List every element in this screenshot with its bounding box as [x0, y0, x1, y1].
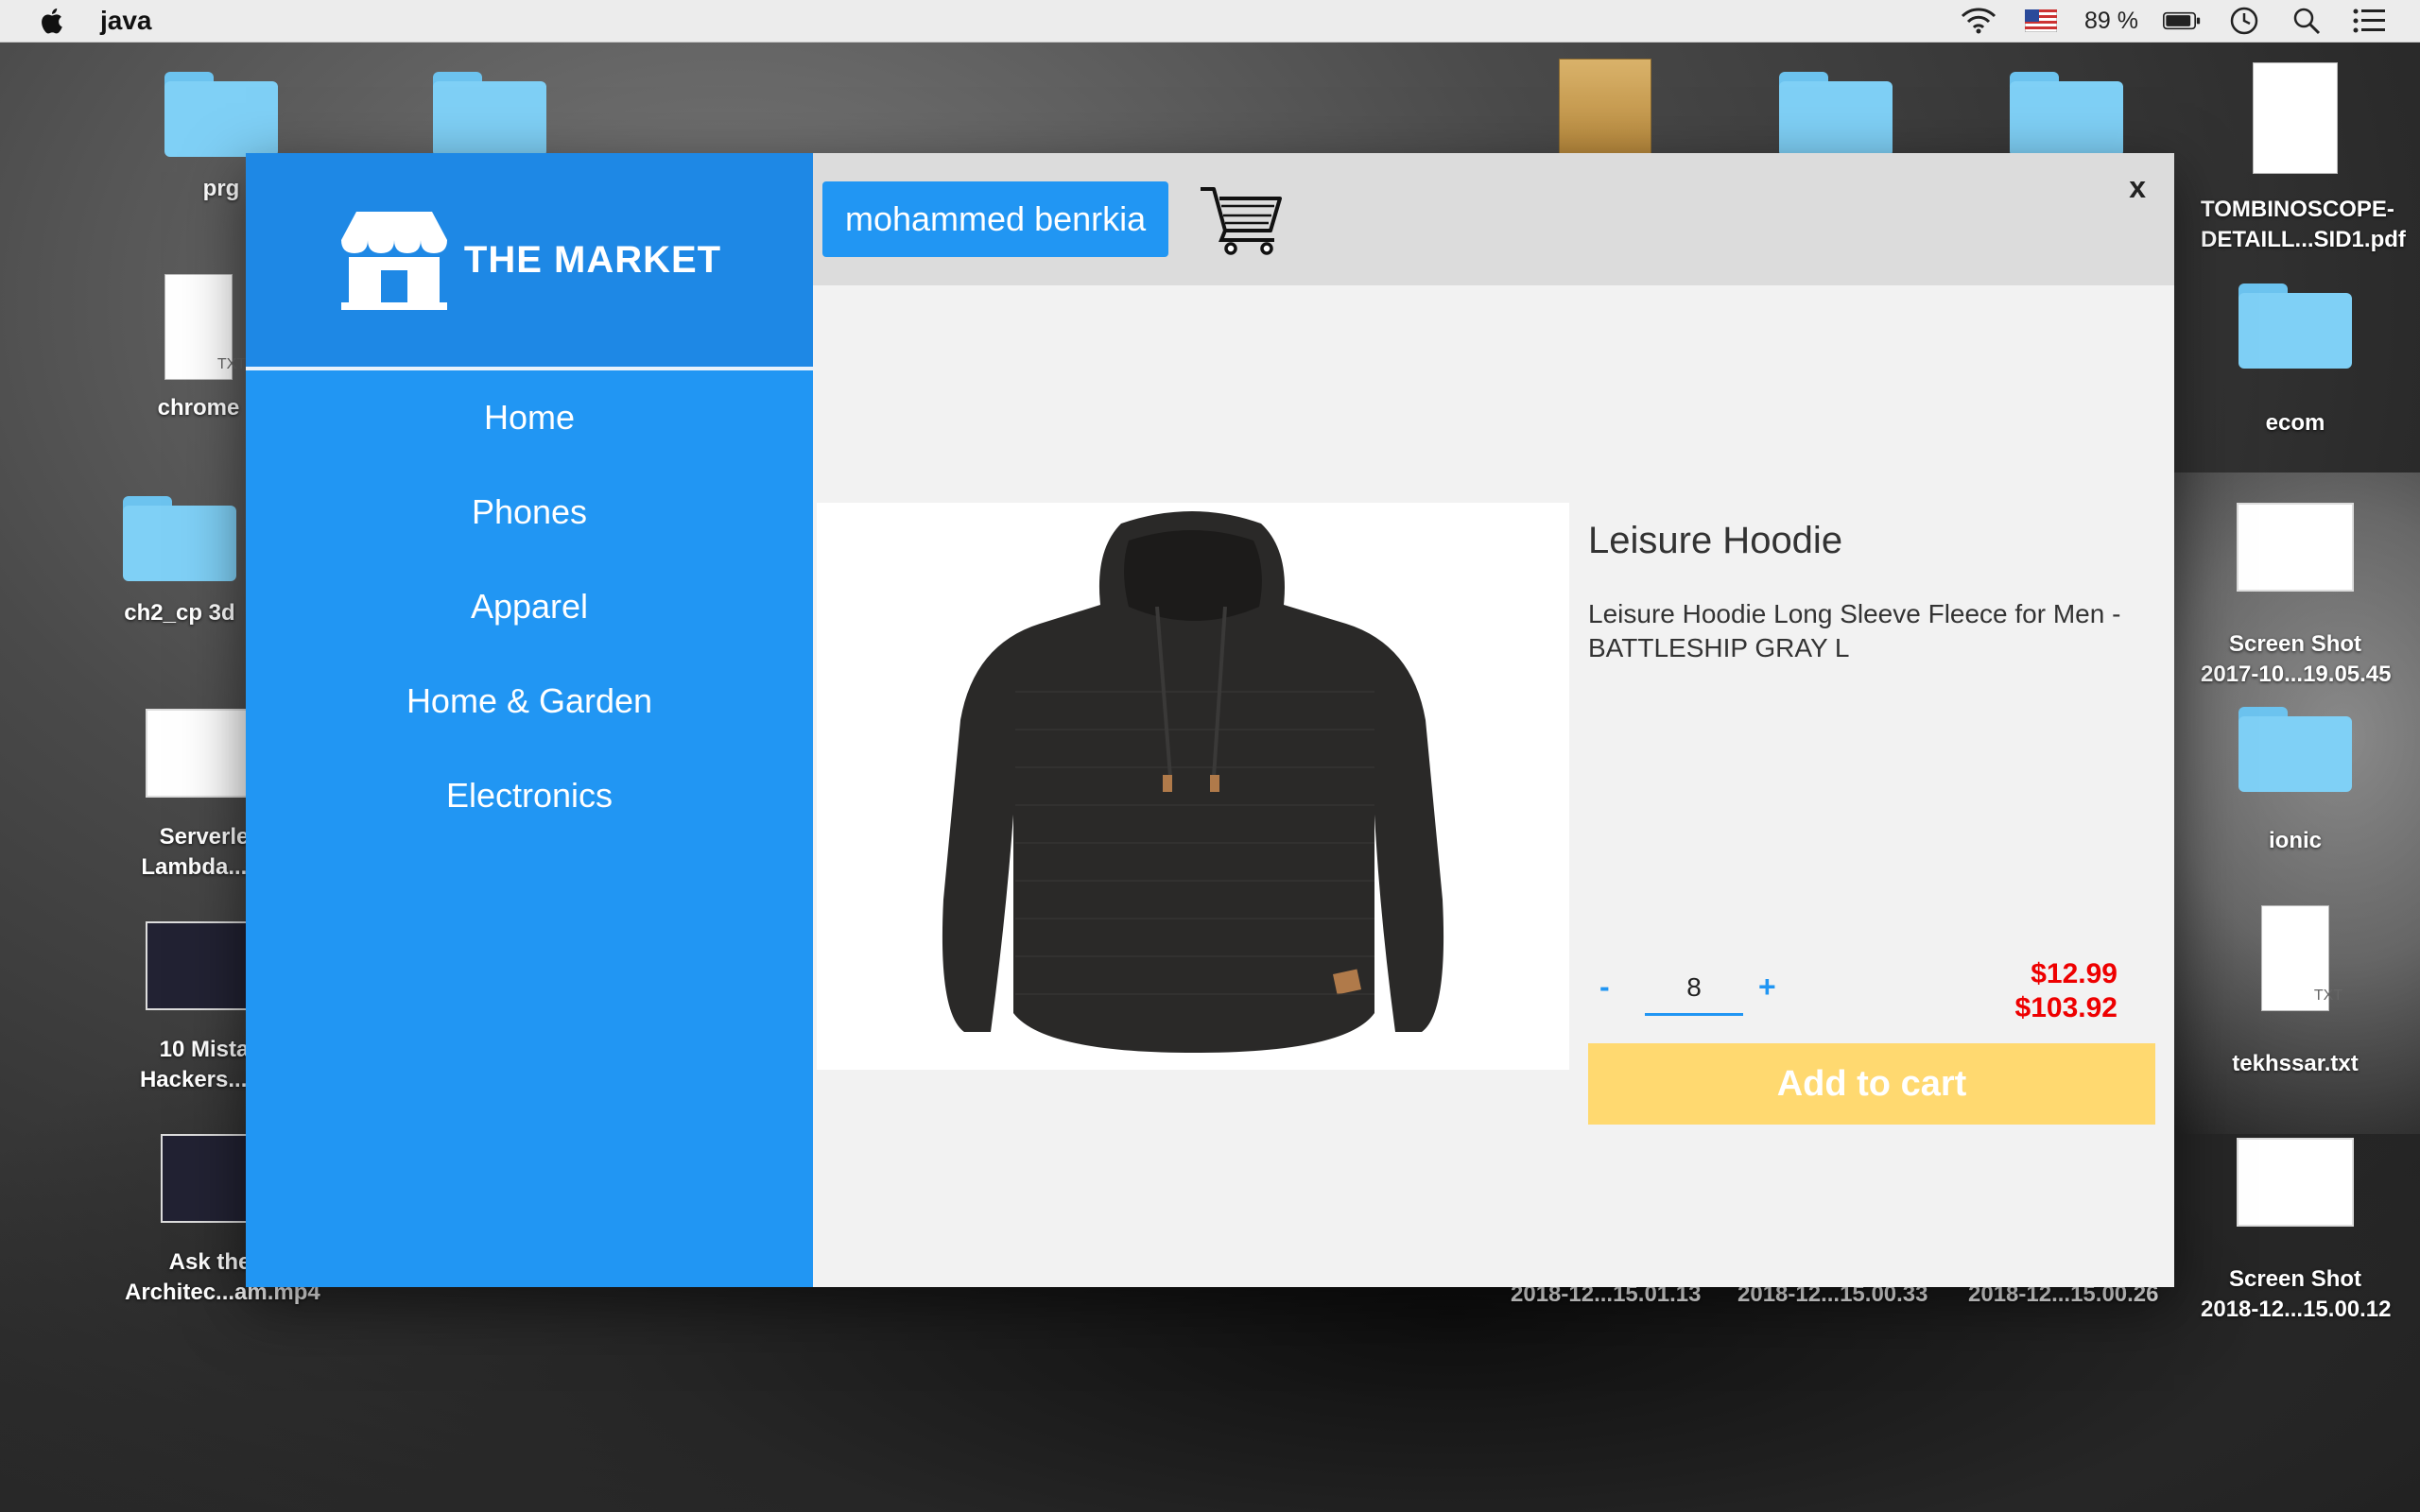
wifi-icon[interactable] — [1960, 7, 1997, 35]
spotlight-search-icon[interactable] — [2288, 7, 2325, 35]
market-app-window: THE MARKET Home Phones Apparel Home & Ga… — [246, 153, 2174, 1287]
desktop-icon-label: ecom — [2265, 410, 2325, 436]
main-content: mohammed benrkia x Leisure Hoodie Leisur… — [813, 153, 2174, 1287]
desktop-file-tombinoscope[interactable]: TOMBINOSCOPE- DETAILL...SID1.pdf — [2201, 62, 2406, 255]
battery-percent: 89 % — [2084, 7, 2138, 34]
nav-item-electronics[interactable]: Electronics — [246, 748, 813, 843]
desktop-folder[interactable] — [1741, 72, 1930, 157]
active-app-name[interactable]: java — [100, 6, 152, 36]
notification-center-icon[interactable] — [2350, 7, 2388, 35]
menu-bar: java 89 % — [0, 0, 2420, 43]
desktop-icon-label: 2018-12...15.00.12 — [2201, 1297, 2392, 1322]
folder-icon — [2238, 284, 2352, 369]
folder-icon — [123, 496, 236, 581]
brand-title: THE MARKET — [463, 238, 722, 281]
desktop-icon-label: Screen Shot — [2228, 1266, 2362, 1292]
category-nav: Home Phones Apparel Home & Garden Electr… — [246, 370, 813, 843]
time-machine-icon[interactable] — [2225, 7, 2263, 35]
desktop-folder[interactable] — [1972, 72, 2161, 157]
product-image — [817, 503, 1569, 1070]
nav-item-phones[interactable]: Phones — [246, 465, 813, 559]
apple-icon[interactable] — [38, 7, 64, 35]
archive-icon — [1559, 59, 1651, 155]
nav-item-home-garden[interactable]: Home & Garden — [246, 654, 813, 748]
nav-item-apparel[interactable]: Apparel — [246, 559, 813, 654]
desktop-file-tekhssar[interactable]: TXT tekhssar.txt — [2201, 905, 2390, 1079]
desktop-file-screenshot-2017[interactable]: Screen Shot 2017-10...19.05.45 — [2201, 503, 2392, 690]
nav-item-home[interactable]: Home — [246, 370, 813, 465]
folder-icon — [2238, 707, 2352, 792]
desktop-folder[interactable] — [395, 72, 584, 157]
flag-us-icon[interactable] — [2022, 7, 2060, 35]
desktop-folder-ecom[interactable]: ecom — [2201, 284, 2390, 438]
desktop-folder-ionic[interactable]: ionic — [2201, 707, 2390, 856]
text-file-icon: TXT — [2261, 905, 2342, 1011]
desktop-archive[interactable] — [1511, 59, 1700, 155]
desktop-icon-label: ionic — [2268, 828, 2322, 853]
quantity-decrease-button[interactable]: - — [1599, 970, 1610, 1005]
folder-icon — [433, 72, 546, 157]
desktop-icon-label: tekhssar.txt — [2232, 1051, 2359, 1076]
quantity-increase-button[interactable]: + — [1758, 970, 1776, 1005]
status-area: 89 % — [1960, 0, 2420, 42]
folder-icon — [164, 72, 278, 157]
text-file-icon: TXT — [164, 274, 246, 380]
battery-icon[interactable] — [2163, 7, 2201, 35]
desktop-icon-label: 2017-10...19.05.45 — [2201, 662, 2392, 687]
close-button[interactable]: x — [2129, 170, 2146, 205]
desktop-icon-label: Screen Shot — [2228, 631, 2362, 657]
unit-price: $12.99 — [2031, 958, 2118, 989]
thumbnail-icon — [2237, 503, 2354, 592]
top-bar: mohammed benrkia x — [813, 153, 2174, 285]
folder-icon — [2010, 72, 2123, 157]
sidebar: THE MARKET Home Phones Apparel Home & Ga… — [246, 153, 813, 1287]
thumbnail-icon — [2237, 1138, 2354, 1227]
shopping-cart-icon[interactable] — [1199, 181, 1284, 257]
desktop-file-screenshot-2018[interactable]: Screen Shot 2018-12...15.00.12 — [2201, 1138, 2392, 1325]
folder-icon — [1779, 72, 1893, 157]
add-to-cart-button[interactable]: Add to cart — [1588, 1043, 2155, 1125]
brand-header: THE MARKET — [246, 153, 813, 370]
store-icon — [340, 212, 447, 310]
product-title: Leisure Hoodie — [1588, 520, 1843, 561]
pdf-file-icon — [2253, 62, 2338, 174]
total-price: $103.92 — [2014, 992, 2118, 1023]
user-name-button[interactable]: mohammed benrkia — [822, 181, 1169, 257]
product-description: Leisure Hoodie Long Sleeve Fleece for Me… — [1588, 599, 2121, 662]
hoodie-image — [942, 511, 1444, 1053]
quantity-input[interactable] — [1645, 962, 1743, 1016]
desktop-icon-label: TOMBINOSCOPE- — [2201, 197, 2394, 222]
desktop-icon-label: DETAILL...SID1.pdf — [2201, 227, 2406, 252]
